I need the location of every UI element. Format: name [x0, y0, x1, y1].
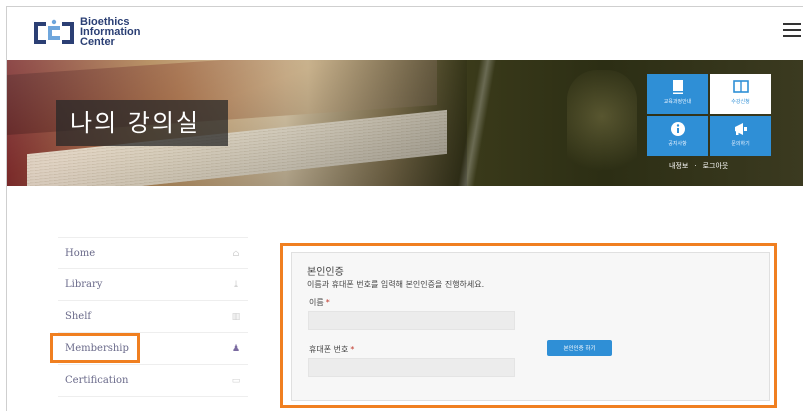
sidebar-item-shelf[interactable]: Shelf ▥ — [58, 301, 248, 333]
sidebar-item-library[interactable]: Library ⤓ — [58, 269, 248, 301]
name-label-text: 이름 — [309, 298, 324, 307]
user-links: 내정보 · 로그아웃 — [669, 161, 728, 171]
phone-label-text: 휴대폰 번호 — [309, 345, 349, 354]
site-logo[interactable]: Bioethics Information Center — [32, 16, 152, 50]
quick-link-label: 문의하기 — [731, 141, 750, 147]
logo-mark-icon — [34, 19, 74, 44]
sidebar-item-label: Library — [65, 279, 103, 290]
logo-text: Bioethics Information Center — [80, 17, 141, 48]
profile-link[interactable]: 내정보 — [669, 161, 688, 171]
name-field[interactable] — [308, 311, 515, 330]
quick-links: 교육과정안내 수강신청 공지사항 문의하기 — [647, 74, 771, 156]
quick-link-label: 수강신청 — [731, 99, 750, 105]
open-book-icon — [732, 80, 749, 93]
info-icon — [670, 122, 685, 136]
sidebar-item-label: Certification — [65, 375, 129, 386]
megaphone-icon — [734, 123, 747, 135]
required-mark: * — [350, 345, 355, 354]
phone-label: 휴대폰 번호 * — [309, 344, 354, 355]
quick-link-notice[interactable]: 공지사항 — [647, 116, 708, 156]
quick-link-inquiry[interactable]: 문의하기 — [710, 116, 771, 156]
sidebar-item-label: Home — [65, 248, 96, 259]
page-title: 나의 강의실 — [56, 100, 228, 146]
verification-description: 이름과 휴대폰 번호를 입력해 본인인증을 진행하세요. — [307, 280, 485, 289]
graduation-cap-icon: ▭ — [231, 376, 241, 386]
home-icon: ⌂ — [232, 249, 240, 259]
site-header: Bioethics Information Center — [7, 7, 803, 59]
sidebar-menu: Home ⌂ Library ⤓ Shelf ▥ Membership ♟ Ce… — [58, 237, 248, 397]
book-icon — [672, 80, 683, 94]
logo-line-3: Center — [80, 36, 115, 48]
verify-identity-button[interactable]: 본인인증 하기 — [547, 340, 612, 356]
menu-hamburger-icon[interactable] — [783, 23, 801, 37]
banner-figure — [567, 70, 637, 186]
quick-link-enroll[interactable]: 수강신청 — [710, 74, 771, 114]
quick-link-label: 공지사항 — [668, 141, 687, 147]
name-label: 이름 * — [309, 297, 330, 308]
required-mark: * — [325, 298, 330, 307]
sidebar-item-label: Shelf — [65, 311, 92, 322]
shelf-icon: ▥ — [231, 312, 241, 322]
download-icon: ⤓ — [232, 280, 240, 290]
quick-link-label: 교육과정안내 — [663, 99, 692, 105]
quick-link-curriculum[interactable]: 교육과정안내 — [647, 74, 708, 114]
membership-highlight-box — [50, 333, 140, 363]
logout-link[interactable]: 로그아웃 — [703, 161, 729, 171]
user-links-separator: · — [694, 162, 697, 170]
banner-divider — [447, 60, 507, 186]
verification-title: 본인인증 — [307, 267, 344, 278]
users-icon: ♟ — [231, 344, 241, 354]
sidebar-item-home[interactable]: Home ⌂ — [58, 237, 248, 269]
phone-field[interactable] — [308, 358, 515, 377]
sidebar-item-certification[interactable]: Certification ▭ — [58, 365, 248, 397]
